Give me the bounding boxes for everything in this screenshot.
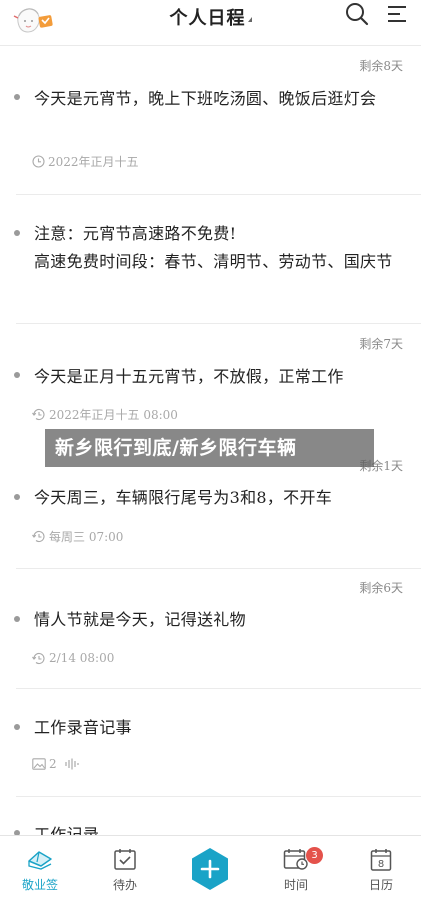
item-meta-text: 每周三 07:00 [49, 530, 124, 544]
tab-label: 时间 [283, 878, 308, 892]
top-bar: 个人日程 [0, 0, 421, 46]
tab-jingyeqian[interactable]: 敬业签 [0, 836, 80, 897]
menu-icon [388, 6, 406, 22]
cap-icon [28, 851, 52, 870]
remaining-days: 剩余8天 [359, 59, 403, 73]
tab-label: 敬业签 [21, 878, 58, 892]
bullet-dot [14, 230, 20, 236]
repeat-clock-icon [32, 531, 45, 543]
tab-calendar[interactable]: 8 日历 [341, 836, 421, 897]
image-icon [32, 758, 46, 770]
item-text: 今天是正月十五元宵节，不放假，正常工作 [34, 367, 344, 386]
watermark-banner: 新乡限行到底/新乡限行车辆 [45, 429, 374, 467]
item-meta-text: 2022年正月十五 08:00 [49, 408, 178, 422]
calendar-icon: 8 [370, 849, 392, 871]
tab-time[interactable]: 3 时间 [256, 836, 336, 897]
add-button[interactable] [188, 847, 232, 891]
item-meta: 2 [32, 757, 80, 771]
bullet-dot [14, 494, 20, 500]
list-item[interactable]: 工作记录 [0, 797, 421, 835]
bullet-dot [14, 724, 20, 730]
item-text: 今天周三，车辆限行尾号为3和8，不开车 [34, 488, 333, 507]
tab-label: 日历 [368, 878, 393, 892]
bullet-dot [14, 372, 20, 378]
notification-badge: 3 [306, 847, 323, 864]
list-item[interactable]: 注意：元宵节高速路不免费! 高速免费时间段：春节、清明节、劳动节、国庆节 [0, 195, 421, 324]
remaining-days: 剩余6天 [359, 581, 403, 595]
clock-icon [32, 155, 45, 168]
item-meta: 2022年正月十五 08:00 [32, 406, 178, 423]
bullet-dot [14, 616, 20, 622]
tab-todo[interactable]: 待办 [85, 836, 165, 897]
search-button[interactable] [345, 2, 369, 26]
tab-label: 待办 [112, 878, 137, 892]
audio-wave-icon [65, 758, 79, 770]
item-text: 工作录音记事 [34, 718, 132, 737]
item-meta: 2022年正月十五 [32, 153, 139, 170]
item-meta: 每周三 07:00 [32, 528, 123, 545]
list-item[interactable]: 剩余7天 今天是正月十五元宵节，不放假，正常工作 2022年正月十五 08:00 [0, 324, 421, 446]
bottom-tab-bar: 敬业签 待办 3 时间 8 日历 [0, 835, 421, 897]
item-meta-text: 2/14 08:00 [49, 651, 115, 665]
list-item[interactable]: 工作录音记事 2 [0, 689, 421, 797]
watermark-text: 新乡限行到底/新乡限行车辆 [55, 437, 297, 459]
add-icon [192, 848, 228, 890]
list-item[interactable]: 剩余6天 情人节就是今天，记得送礼物 2/14 08:00 [0, 569, 421, 689]
checkbox-icon [114, 849, 136, 870]
list-item[interactable]: 剩余8天 今天是元宵节，晚上下班吃汤圆、晚饭后逛灯会 2022年正月十五 [0, 47, 421, 195]
bullet-dot [14, 94, 20, 100]
repeat-clock-icon [32, 409, 45, 421]
page-title-text: 个人日程 [169, 8, 246, 29]
item-text: 工作记录 [34, 825, 100, 835]
repeat-clock-icon [32, 652, 45, 664]
calendar-clock-icon [283, 849, 308, 870]
calendar-day-number: 8 [378, 859, 384, 870]
item-text: 情人节就是今天，记得送礼物 [34, 610, 246, 629]
search-icon [346, 3, 369, 26]
item-meta-text: 2022年正月十五 [48, 155, 139, 169]
dropdown-caret-icon [247, 17, 252, 22]
item-meta-text: 2 [49, 757, 57, 771]
menu-button[interactable] [386, 4, 408, 24]
item-text: 今天是元宵节，晚上下班吃汤圆、晚饭后逛灯会 [34, 89, 377, 108]
item-meta: 2/14 08:00 [32, 651, 114, 665]
remaining-days: 剩余7天 [359, 337, 403, 351]
item-text: 注意：元宵节高速路不免费! 高速免费时间段：春节、清明节、劳动节、国庆节 [34, 224, 393, 271]
